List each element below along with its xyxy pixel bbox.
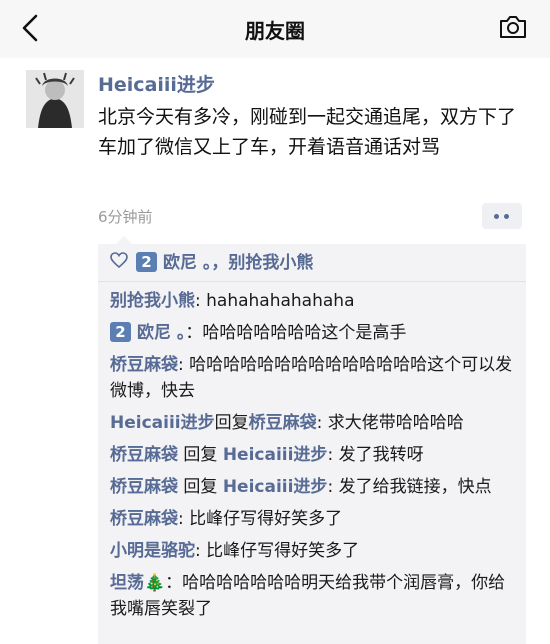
comment-item[interactable]: 桥豆麻袋: 哈哈哈哈哈哈哈哈哈哈哈哈哈哈这个可以发微博，快去: [110, 352, 514, 404]
likes-comments-panel: 2 欧尼 。，别抢我小熊 别抢我小熊: hahahahahahaha 2 欧尼 。：…: [98, 236, 526, 644]
comment-item[interactable]: 桥豆麻袋 回复 Heicaiii进步: 发了给我链接，快点: [110, 474, 514, 500]
camera-icon[interactable]: [498, 13, 528, 41]
number-badge: 2: [110, 322, 131, 342]
reply-to-name[interactable]: Heicaiii进步: [223, 445, 328, 465]
comment-item[interactable]: 别抢我小熊: hahahahahahaha: [110, 288, 514, 314]
comment-text: 比峰仔写得好笑多了: [189, 509, 343, 529]
comment-sep: :: [195, 291, 207, 311]
post-content: 北京今天有多冷，刚碰到一起交通追尾，双方下了车加了微信又上了车，开着语音通话对骂: [98, 106, 517, 158]
comment-sep: :: [327, 477, 339, 497]
liker-name[interactable]: 别抢我小熊: [228, 253, 313, 273]
comment-item[interactable]: Heicaiii进步回复桥豆麻袋: 求大佬带哈哈哈哈: [110, 410, 514, 436]
comment-author[interactable]: 桥豆麻袋: [110, 509, 178, 529]
comment-sep: ：: [185, 323, 203, 343]
comment-text: 哈哈哈哈哈哈哈这个是高手: [202, 323, 407, 343]
comment-item[interactable]: 2 欧尼 。：哈哈哈哈哈哈哈这个是高手: [110, 320, 514, 346]
comment-author[interactable]: 欧尼 。: [137, 323, 185, 343]
comment-author[interactable]: 别抢我小熊: [110, 291, 195, 311]
post-time: 6分钟前: [98, 208, 153, 226]
comment-item[interactable]: 小明是骆驼: 比峰仔写得好笑多了: [110, 538, 514, 564]
comment-list: 别抢我小熊: hahahahahahaha 2 欧尼 。：哈哈哈哈哈哈哈这个是高手…: [98, 282, 526, 622]
avatar[interactable]: [26, 70, 84, 128]
comment-text: 比峰仔写得好笑多了: [206, 541, 360, 561]
comment-item[interactable]: 桥豆麻袋 回复 Heicaiii进步: 发了我转呀: [110, 442, 514, 468]
comment-text: 求大佬带哈哈哈哈: [327, 413, 464, 433]
liker-separator: ，: [211, 253, 229, 273]
comment-sep: :: [327, 445, 339, 465]
page-title: 朋友圈: [245, 19, 305, 43]
comment-sep: :: [178, 509, 190, 529]
comment-text: 发了我转呀: [338, 445, 424, 465]
comment-item[interactable]: 坦荡🎄：哈哈哈哈哈哈哈明天给我带个润唇膏，你给我嘴唇笑裂了: [110, 570, 514, 622]
dot-icon: [504, 214, 509, 219]
comment-author[interactable]: 坦荡: [110, 573, 144, 593]
comment-author[interactable]: 桥豆麻袋: [110, 445, 178, 465]
comment-text: 发了给我链接，快点: [338, 477, 492, 497]
comment-text: hahahahahahaha: [206, 291, 355, 311]
comment-sep: :: [316, 413, 328, 433]
reply-word: 回复: [214, 413, 249, 433]
comment-sep: :: [195, 541, 207, 561]
number-badge: 2: [136, 252, 157, 272]
post-author[interactable]: Heicaiii进步: [98, 70, 215, 97]
tree-emoji-icon: 🎄: [144, 573, 166, 593]
reply-to-name[interactable]: 桥豆麻袋: [249, 413, 317, 433]
reply-word: 回复: [183, 445, 218, 465]
liker-name[interactable]: 欧尼 。: [163, 253, 211, 273]
reply-to-name[interactable]: Heicaiii进步: [223, 477, 328, 497]
more-actions-button[interactable]: [482, 203, 522, 229]
top-nav-bar: 朋友圈: [0, 0, 550, 58]
comment-sep: :: [178, 355, 190, 375]
reply-word: 回复: [183, 477, 218, 497]
comment-item[interactable]: 桥豆麻袋: 比峰仔写得好笑多了: [110, 506, 514, 532]
comment-sep: ：: [165, 573, 183, 593]
heart-icon: [110, 244, 128, 282]
comment-author[interactable]: 桥豆麻袋: [110, 477, 178, 497]
comment-author[interactable]: Heicaiii进步: [110, 413, 215, 433]
likes-row: 2 欧尼 。，别抢我小熊: [98, 244, 526, 282]
dot-icon: [494, 214, 499, 219]
moment-post: Heicaiii进步 北京今天有多冷，刚碰到一起交通追尾，双方下了车加了微信又上…: [0, 58, 550, 644]
comment-author[interactable]: 小明是骆驼: [110, 541, 195, 561]
comment-author[interactable]: 桥豆麻袋: [110, 355, 178, 375]
